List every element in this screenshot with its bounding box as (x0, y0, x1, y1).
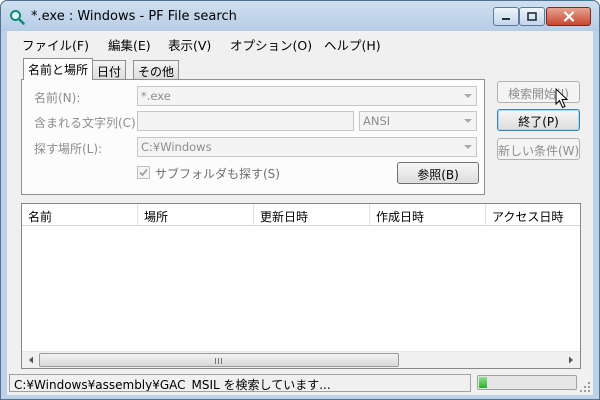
title-bar[interactable]: *.exe : Windows - PF File search (1, 1, 599, 31)
chevron-down-icon (464, 145, 472, 149)
close-icon (563, 11, 574, 22)
menu-file[interactable]: ファイル(F) (22, 35, 89, 54)
maximize-button[interactable] (519, 7, 545, 26)
location-combobox[interactable]: C:¥Windows (137, 137, 477, 157)
resize-grip-icon[interactable] (579, 381, 591, 393)
search-progress-bar (477, 375, 577, 390)
column-header-created[interactable]: 作成日時 (370, 204, 486, 226)
contains-combobox[interactable] (137, 111, 354, 131)
menu-edit[interactable]: 編集(E) (108, 35, 151, 54)
progress-fill (479, 377, 487, 388)
column-header-modified[interactable]: 更新日時 (254, 204, 370, 226)
grip-icon (221, 358, 222, 364)
mouse-cursor-icon (555, 88, 569, 109)
new-criteria-button[interactable]: 新しい条件(W) (497, 138, 580, 160)
browse-button[interactable]: 参照(B) (397, 162, 479, 184)
results-list[interactable]: 名前 場所 更新日時 作成日時 アクセス日時 (21, 203, 581, 369)
maximize-icon (527, 12, 537, 21)
menu-bar: ファイル(F) 編集(E) 表示(V) オプション(O) ヘルプ(H) (7, 31, 593, 55)
status-text: C:¥Windows¥assembly¥GAC_MSIL を検索しています... (9, 374, 471, 392)
window-title: *.exe : Windows - PF File search (31, 9, 237, 24)
column-header-name[interactable]: 名前 (22, 204, 138, 226)
column-header-location[interactable]: 場所 (138, 204, 254, 226)
app-window: *.exe : Windows - PF File search ファイル(F)… (0, 0, 600, 400)
menu-view[interactable]: 表示(V) (168, 35, 211, 54)
menu-help[interactable]: ヘルプ(H) (324, 35, 381, 54)
column-header-accessed[interactable]: アクセス日時 (486, 204, 580, 226)
tab-name-and-location[interactable]: 名前と場所 (23, 58, 94, 80)
subfolders-label: サブフォルダも探す(S) (155, 167, 280, 181)
close-button[interactable] (546, 7, 591, 26)
status-bar: C:¥Windows¥assembly¥GAC_MSIL を検索しています... (7, 371, 593, 395)
grip-icon (215, 358, 216, 364)
tab-panel: 名前(N): *.exe 含まれる文字列(C): ANSI 探す場所(L): C… (21, 79, 485, 195)
chevron-down-icon (464, 119, 472, 123)
scroll-left-icon[interactable] (24, 353, 38, 367)
exit-button[interactable]: 終了(P) (497, 109, 580, 131)
subfolders-checkbox[interactable] (137, 166, 150, 179)
contains-label: 含まれる文字列(C): (34, 116, 140, 130)
name-label: 名前(N): (34, 91, 81, 105)
encoding-value: ANSI (363, 114, 391, 128)
scrollbar-thumb[interactable] (39, 353, 399, 367)
name-value: *.exe (141, 89, 171, 103)
location-label: 探す場所(L): (34, 142, 103, 156)
horizontal-scrollbar[interactable] (22, 351, 580, 368)
encoding-select[interactable]: ANSI (359, 111, 477, 131)
minimize-button[interactable] (493, 7, 519, 26)
minimize-icon (502, 17, 510, 20)
location-value: C:¥Windows (141, 140, 212, 154)
checkmark-icon (139, 168, 148, 177)
scroll-right-icon[interactable] (564, 353, 578, 367)
tab-date[interactable]: 日付 (92, 60, 127, 80)
chevron-down-icon (464, 94, 472, 98)
menu-options[interactable]: オプション(O) (230, 35, 312, 54)
tab-other[interactable]: その他 (133, 60, 180, 80)
name-combobox[interactable]: *.exe (137, 86, 477, 106)
grip-icon (218, 358, 219, 364)
search-magnifier-icon (10, 10, 25, 25)
client-area: ファイル(F) 編集(E) 表示(V) オプション(O) ヘルプ(H) 名前と場… (7, 31, 593, 395)
